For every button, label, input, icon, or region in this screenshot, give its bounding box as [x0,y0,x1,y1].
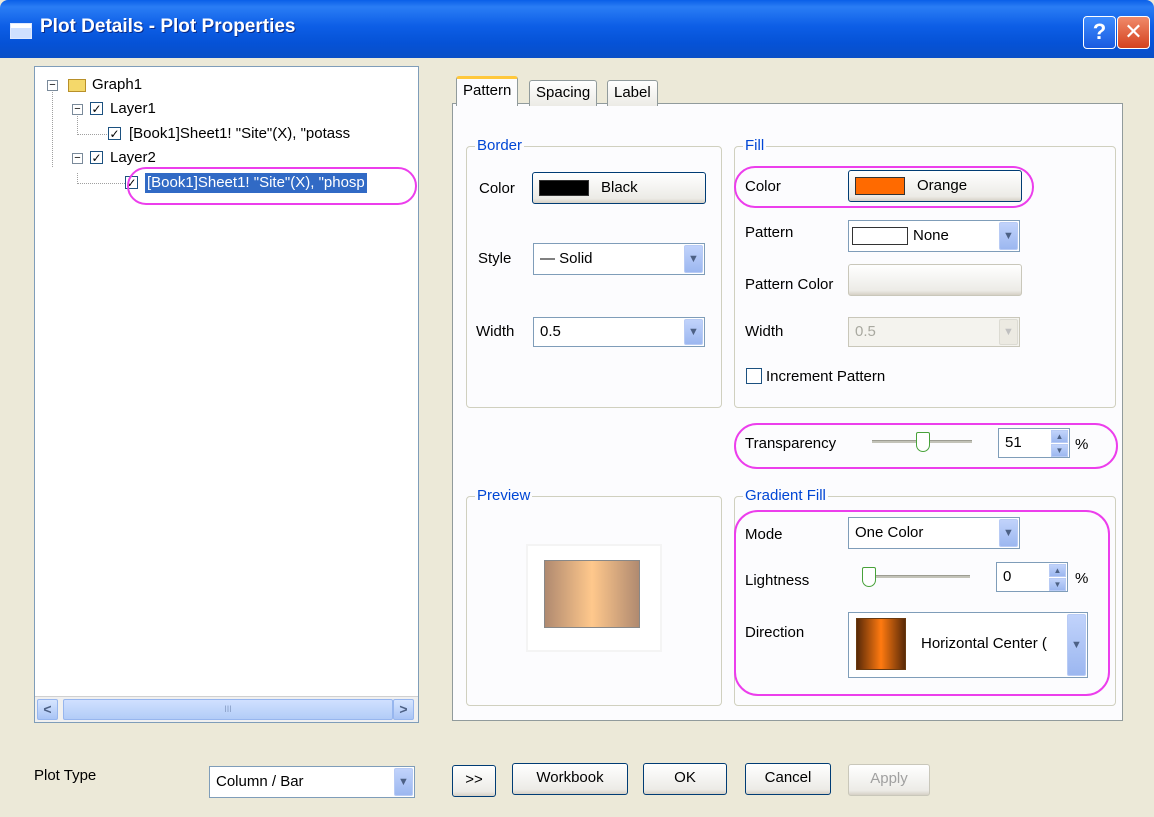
tree-horizontal-scrollbar[interactable]: < III > [35,696,418,722]
window-icon [10,23,32,39]
preview-group-label: Preview [475,487,533,504]
border-style-value: — Solid [540,250,593,267]
border-color-value: Black [601,179,638,196]
window-title: Plot Details - Plot Properties [40,16,296,37]
chevron-down-icon[interactable]: ▼ [684,245,703,273]
chevron-down-icon[interactable]: ▼ [999,319,1018,345]
tree-node-layer1-plot[interactable]: ✓ [Book1]Sheet1! "Site"(X), "potass [35,124,415,144]
tree-label-layer2: Layer2 [110,149,156,166]
folder-icon [68,79,86,92]
spin-down-icon[interactable]: ▼ [1051,444,1068,457]
scroll-thumb[interactable]: III [63,699,393,720]
transparency-label: Transparency [745,435,837,452]
transparency-slider-thumb[interactable] [916,432,930,452]
apply-button[interactable]: Apply [848,764,930,796]
border-color-swatch [539,180,589,196]
increment-pattern-label: Increment Pattern [766,368,886,385]
lightness-slider-thumb[interactable] [862,567,876,587]
direction-swatch [856,618,906,670]
lightness-label: Lightness [745,572,810,589]
tree-node-graph1[interactable]: − Graph1 [35,75,415,95]
layer1-checkbox[interactable]: ✓ [90,102,103,115]
scroll-left-arrow-icon[interactable]: < [37,699,58,720]
increment-pattern-checkbox[interactable] [746,368,762,384]
fill-pattern-select[interactable]: None ▼ [848,220,1020,252]
transparency-spinner[interactable]: 51 ▲ ▼ [998,428,1070,458]
spin-up-icon[interactable]: ▲ [1049,564,1066,577]
scroll-right-arrow-icon[interactable]: > [393,699,414,720]
border-group-label: Border [475,137,525,154]
fill-color-button[interactable]: Orange [848,170,1022,202]
tree-label-graph1: Graph1 [92,76,143,93]
direction-select[interactable]: Horizontal Center ( ▼ [848,612,1088,678]
border-color-label: Color [479,180,515,197]
border-width-select[interactable]: 0.5 ▼ [533,317,705,347]
preview-frame [528,546,660,650]
border-style-select[interactable]: — Solid ▼ [533,243,705,275]
fill-pattern-value: None [913,227,949,244]
direction-label: Direction [745,624,805,641]
gradient-fill-group-label: Gradient Fill [743,487,828,504]
cancel-button[interactable]: Cancel [745,763,831,795]
border-color-button[interactable]: Black [532,172,706,204]
chevron-down-icon[interactable]: ▼ [394,768,413,796]
gradient-mode-label: Mode [745,526,783,543]
lightness-slider[interactable] [862,575,970,578]
lightness-unit: % [1075,570,1089,587]
help-button[interactable]: ? [1083,16,1116,49]
layer2-plot-checkbox[interactable]: ✓ [125,176,138,189]
chevron-down-icon[interactable]: ▼ [1067,614,1086,676]
plot-tree[interactable]: − Graph1 − ✓ Layer1 ✓ [Book1]Sheet1! "Si… [34,66,419,723]
expand-button[interactable]: >> [452,765,496,797]
tree-node-layer2-plot[interactable]: ✓ [Book1]Sheet1! "Site"(X), "phosp [35,173,417,193]
spin-down-icon[interactable]: ▼ [1049,578,1066,591]
layer2-checkbox[interactable]: ✓ [90,151,103,164]
tab-spacing[interactable]: Spacing [529,80,598,106]
tree-label-layer2-plot: [Book1]Sheet1! "Site"(X), "phosp [145,173,367,193]
chevron-down-icon[interactable]: ▼ [684,319,703,345]
gradient-mode-value: One Color [855,524,924,541]
plot-type-value: Column / Bar [216,773,304,790]
pattern-color-button[interactable] [848,264,1022,296]
plot-type-select[interactable]: Column / Bar ▼ [209,766,415,798]
chevron-down-icon[interactable]: ▼ [999,519,1018,547]
chevron-down-icon[interactable]: ▼ [999,222,1018,250]
lightness-value: 0 [1003,568,1012,585]
close-button[interactable]: ✕ [1117,16,1150,49]
collapse-icon[interactable]: − [72,104,83,115]
ok-button[interactable]: OK [643,763,727,795]
pattern-swatch [852,227,908,245]
tab-pattern[interactable]: Pattern [456,76,519,106]
transparency-unit: % [1075,436,1089,453]
border-width-label: Width [476,323,515,340]
fill-color-value: Orange [917,177,968,194]
workbook-button[interactable]: Workbook [512,763,628,795]
border-width-value: 0.5 [540,323,561,340]
tree-node-layer2[interactable]: − ✓ Layer2 [35,148,415,168]
tab-label[interactable]: Label [607,80,658,106]
gradient-mode-select[interactable]: One Color ▼ [848,517,1020,549]
fill-width-value: 0.5 [855,323,876,340]
layer1-plot-checkbox[interactable]: ✓ [108,127,121,140]
plot-type-label: Plot Type [34,767,97,784]
border-style-label: Style [478,250,512,267]
preview-swatch [544,560,640,628]
fill-width-select[interactable]: 0.5 ▼ [848,317,1020,347]
fill-group-label: Fill [743,137,767,154]
tree-label-layer1-plot: [Book1]Sheet1! "Site"(X), "potass [129,125,351,142]
pattern-color-label: Pattern Color [745,276,834,293]
collapse-icon[interactable]: − [47,80,58,91]
direction-value: Horizontal Center ( [921,635,1047,652]
fill-color-swatch [855,177,905,195]
transparency-value: 51 [1005,434,1022,451]
fill-width-label: Width [745,323,784,340]
spin-up-icon[interactable]: ▲ [1051,430,1068,443]
tree-node-layer1[interactable]: − ✓ Layer1 [35,99,415,119]
collapse-icon[interactable]: − [72,153,83,164]
fill-color-label: Color [745,178,781,195]
tree-label-layer1: Layer1 [110,100,156,117]
fill-pattern-label: Pattern [745,224,794,241]
lightness-spinner[interactable]: 0 ▲ ▼ [996,562,1068,592]
